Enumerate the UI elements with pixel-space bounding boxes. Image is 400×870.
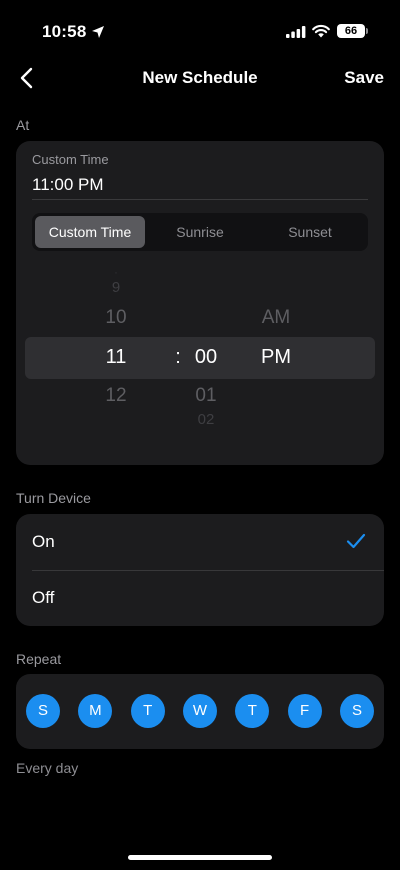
status-bar: 10:58 66	[0, 0, 400, 54]
time-type-segmented-control: Custom Time Sunrise Sunset	[32, 213, 368, 251]
picker-pm-selected[interactable]: PM	[252, 346, 300, 369]
picker-hour-option[interactable]: 12	[96, 385, 136, 407]
repeat-card: S M T W T F S	[16, 674, 384, 749]
custom-time-label: Custom Time	[32, 152, 109, 167]
checkmark-icon	[346, 533, 366, 549]
day-toggle-saturday[interactable]: S	[339, 694, 374, 728]
day-selector: S M T W T F S	[26, 694, 374, 728]
turn-device-card: On Off	[16, 514, 384, 626]
nav-bar: New Schedule Save	[0, 54, 400, 102]
picker-minute-option[interactable]: 01	[184, 385, 228, 407]
page-title: New Schedule	[142, 68, 258, 87]
time-picker[interactable]: · 9 10 11 12 : 00 01 02 AM PM	[16, 261, 384, 459]
custom-time-value[interactable]: 11:00 PM	[32, 175, 104, 195]
picker-hour-option[interactable]: 10	[96, 307, 136, 329]
at-section-label: At	[16, 117, 30, 133]
segment-sunset[interactable]: Sunset	[255, 216, 365, 248]
picker-am-option[interactable]: AM	[252, 307, 300, 329]
battery-tip	[366, 28, 368, 34]
option-label-on: On	[32, 532, 55, 551]
day-toggle-sunday[interactable]: S	[26, 694, 60, 728]
status-time: 10:58	[42, 22, 87, 41]
repeat-section-label: Repeat	[16, 651, 62, 667]
day-toggle-friday[interactable]: F	[287, 694, 322, 728]
option-label-off: Off	[32, 588, 55, 607]
home-indicator[interactable]	[128, 855, 272, 860]
day-toggle-tuesday[interactable]: T	[130, 694, 165, 728]
option-row-off[interactable]: Off	[16, 570, 384, 626]
picker-hour-option[interactable]: ·	[96, 265, 136, 279]
location-arrow-icon	[92, 26, 104, 38]
picker-minute-selected[interactable]: 00	[184, 346, 228, 369]
cellular-signal-icon	[286, 26, 306, 38]
repeat-summary: Every day	[16, 760, 79, 776]
day-toggle-thursday[interactable]: T	[235, 694, 270, 728]
save-button[interactable]: Save	[344, 68, 384, 88]
picker-hour-selected[interactable]: 11	[96, 346, 136, 369]
picker-hour-option[interactable]: 9	[96, 279, 136, 296]
time-card: Custom Time 11:00 PM Custom Time Sunrise…	[16, 141, 384, 465]
segment-custom-time[interactable]: Custom Time	[35, 216, 145, 248]
segment-sunrise[interactable]: Sunrise	[145, 216, 255, 248]
day-toggle-wednesday[interactable]: W	[182, 694, 217, 728]
wifi-icon	[312, 24, 330, 38]
turn-device-section-label: Turn Device	[16, 490, 91, 506]
day-toggle-monday[interactable]: M	[78, 694, 113, 728]
picker-minute-option[interactable]: 02	[184, 411, 228, 428]
field-underline	[32, 199, 368, 200]
battery-indicator: 66	[337, 24, 365, 38]
option-row-on[interactable]: On	[16, 514, 384, 570]
